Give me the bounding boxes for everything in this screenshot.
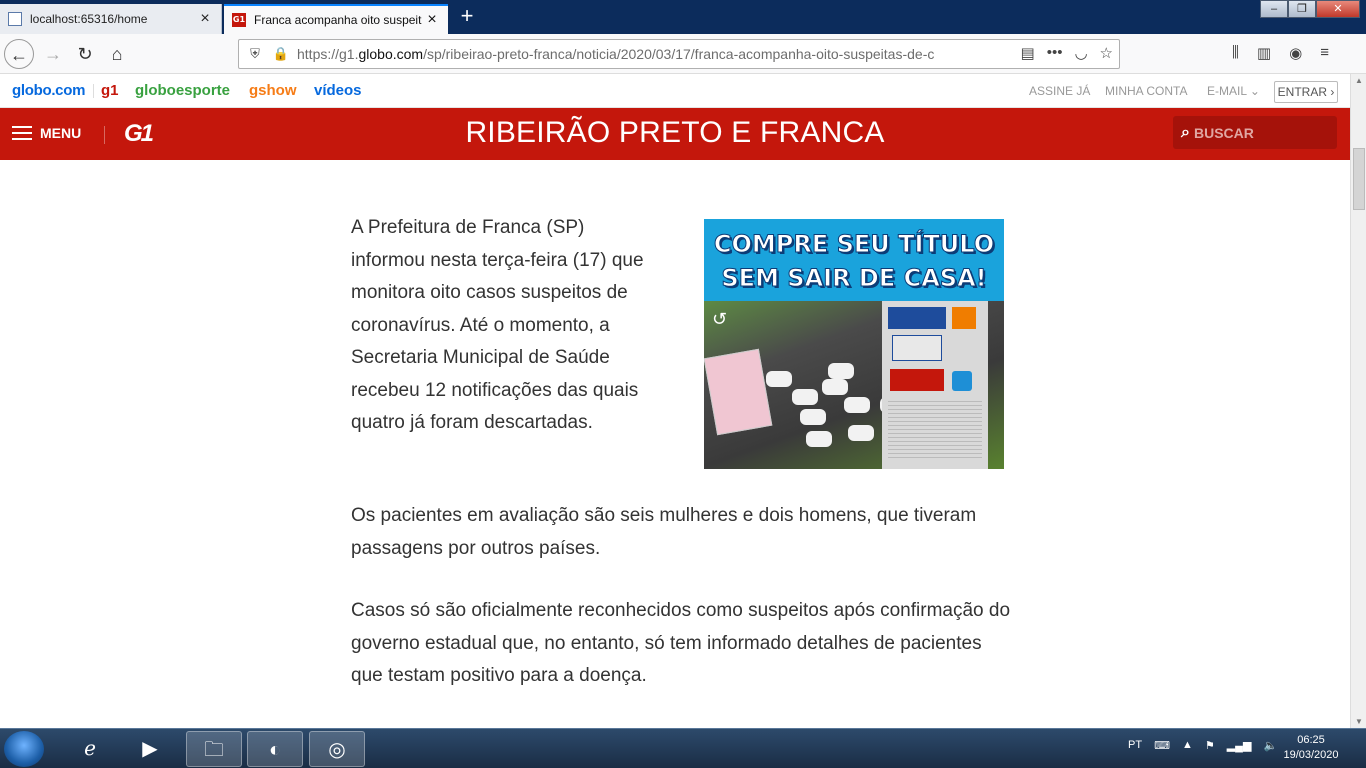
car-image: [806, 431, 832, 447]
file-explorer-icon[interactable]: 🗀: [186, 731, 242, 767]
tab-title: localhost:65316/home: [30, 12, 148, 26]
hamburger-menu-icon[interactable]: ≡: [1320, 44, 1329, 62]
link-videos[interactable]: vídeos: [314, 82, 362, 99]
globo-top-bar: globo.com g1 globoesporte gshow vídeos A…: [0, 74, 1350, 108]
browser-navbar: ← → ↻ ⌂ ⛨ 🔒 https://g1.globo.com/sp/ribe…: [0, 34, 1366, 74]
clock-date: 19/03/2020: [1283, 749, 1339, 761]
search-label: BUSCAR: [1193, 124, 1254, 141]
language-indicator[interactable]: PT: [1128, 739, 1142, 752]
minimize-button[interactable]: –: [1260, 0, 1288, 18]
scroll-down-icon[interactable]: ▼: [1351, 717, 1366, 726]
firefox-icon[interactable]: ◐: [247, 731, 303, 767]
network-icon[interactable]: ▂▄▆: [1227, 739, 1252, 752]
forward-button[interactable]: →: [38, 39, 68, 69]
maximize-button[interactable]: ❐: [1288, 0, 1316, 18]
chevron-down-icon: ⌄: [1249, 84, 1260, 98]
more-actions-icon[interactable]: •••: [1047, 44, 1063, 62]
page-icon: [8, 12, 22, 26]
divider: [93, 84, 94, 98]
advertisement-banner[interactable]: COMPRE SEU TÍTULO SEM SAIR DE CASA! ↺: [704, 219, 1004, 469]
search-button[interactable]: ⌕ BUSCAR: [1173, 116, 1337, 149]
tab-title: Franca acompanha oito suspeit: [254, 13, 422, 27]
site-header: MENU G1 RIBEIRÃO PRETO E FRANCA ⌕ BUSCAR: [0, 108, 1350, 160]
start-button[interactable]: [4, 731, 44, 767]
promo-flyer: [882, 301, 988, 469]
system-tray: PT ⌨ ▲ ⚑ ▂▄▆ 🔈: [1128, 739, 1277, 752]
chrome-icon[interactable]: ◎: [309, 731, 365, 767]
url-text[interactable]: https://g1.globo.com/sp/ribeirao-preto-f…: [297, 46, 977, 62]
keyboard-icon[interactable]: ⌨: [1154, 739, 1170, 752]
tray-expand-icon[interactable]: ▲: [1182, 739, 1193, 752]
bookmark-star-icon[interactable]: ☆: [1100, 44, 1113, 62]
ad-line-1: COMPRE SEU TÍTULO: [713, 230, 995, 259]
tab-franca-article[interactable]: G1 Franca acompanha oito suspeit ×: [224, 4, 448, 34]
link-minha-conta[interactable]: MINHA CONTA: [1105, 84, 1187, 98]
scroll-thumb[interactable]: [1353, 148, 1365, 210]
lock-icon[interactable]: 🔒: [271, 46, 291, 62]
car-image: [828, 363, 854, 379]
close-tab-icon[interactable]: ×: [424, 12, 440, 28]
home-button[interactable]: ⌂: [102, 39, 132, 69]
close-window-button[interactable]: ✕: [1316, 0, 1360, 18]
clock[interactable]: 06:25 19/03/2020: [1276, 733, 1346, 763]
ad-image: ↺: [704, 301, 1004, 469]
shield-icon[interactable]: ⛨: [245, 46, 265, 62]
link-g1[interactable]: g1: [101, 82, 119, 99]
link-gshow[interactable]: gshow: [249, 82, 297, 99]
car-image: [844, 397, 870, 413]
clock-time: 06:25: [1297, 734, 1325, 746]
action-center-icon[interactable]: ⚑: [1205, 739, 1215, 752]
media-player-icon[interactable]: ▶: [122, 731, 178, 767]
link-email[interactable]: E-MAIL ⌄: [1207, 84, 1260, 98]
entrar-button[interactable]: ENTRAR ›: [1274, 81, 1338, 103]
search-icon: ⌕: [1181, 123, 1190, 141]
link-globoesporte[interactable]: globoesporte: [135, 82, 230, 99]
address-bar[interactable]: ⛨ 🔒 https://g1.globo.com/sp/ribeirao-pre…: [238, 39, 1120, 69]
close-tab-icon[interactable]: ×: [197, 11, 213, 27]
g1-favicon-icon: G1: [232, 13, 246, 27]
article-paragraph: Casos só são oficialmente reconhecidos c…: [351, 600, 1011, 686]
windows-taskbar: ℯ ▶ 🗀 ◐ ◎ PT ⌨ ▲ ⚑ ▂▄▆ 🔈 06:25 19/03/202…: [0, 728, 1366, 768]
library-icon[interactable]: ⫼: [1232, 44, 1239, 62]
lottery-ticket-image: [704, 348, 773, 436]
article-paragraph: Os pacientes em avaliação são seis mulhe…: [351, 505, 977, 559]
section-title[interactable]: RIBEIRÃO PRETO E FRANCA: [0, 116, 1350, 150]
replay-icon[interactable]: ↺: [712, 309, 727, 330]
sidebar-icon[interactable]: ▥: [1257, 44, 1271, 62]
account-icon[interactable]: ◉: [1289, 44, 1302, 62]
tab-localhost[interactable]: localhost:65316/home ×: [0, 4, 222, 34]
car-image: [766, 371, 792, 387]
car-image: [822, 379, 848, 395]
article-paragraph: A Prefeitura de Franca (SP) informou nes…: [351, 217, 644, 433]
page-scrollbar[interactable]: ▲ ▼: [1350, 74, 1366, 728]
internet-explorer-icon[interactable]: ℯ: [62, 731, 118, 767]
link-assine-ja[interactable]: ASSINE JÁ: [1029, 84, 1090, 98]
reader-view-icon[interactable]: ▤: [1021, 44, 1035, 62]
ad-headline: COMPRE SEU TÍTULO SEM SAIR DE CASA!: [704, 219, 1004, 301]
scroll-up-icon[interactable]: ▲: [1351, 76, 1366, 85]
back-button[interactable]: ←: [4, 39, 34, 69]
browser-tab-strip: localhost:65316/home × G1 Franca acompan…: [0, 0, 1366, 34]
toolbar-right: ⫼ ▥ ◉ ≡: [1232, 44, 1329, 62]
pocket-icon[interactable]: ◡: [1074, 44, 1087, 62]
window-controls: – ❐ ✕: [1260, 0, 1360, 18]
ad-line-2: SEM SAIR DE CASA!: [721, 264, 987, 293]
reload-button[interactable]: ↻: [70, 39, 100, 69]
new-tab-button[interactable]: +: [454, 4, 480, 30]
link-globo[interactable]: globo.com: [12, 82, 85, 99]
car-image: [792, 389, 818, 405]
car-image: [848, 425, 874, 441]
car-image: [800, 409, 826, 425]
